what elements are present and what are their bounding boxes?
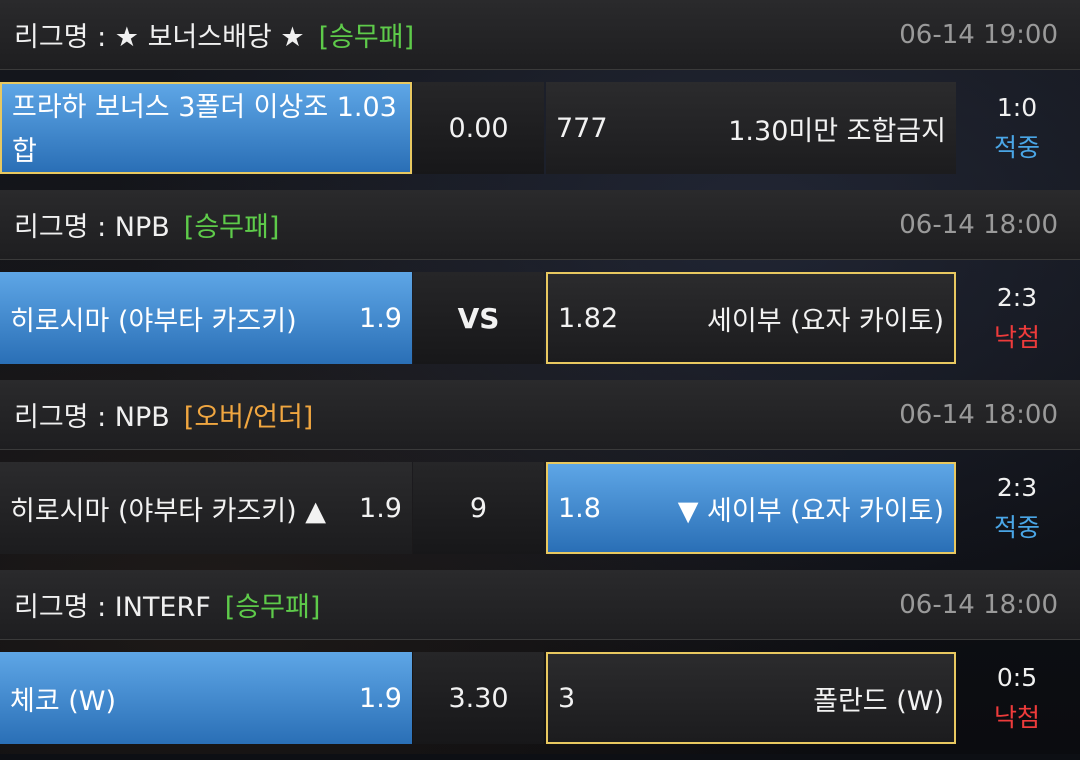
- league-name: 리그명 : INTERF: [14, 592, 211, 623]
- away-odds: 3: [558, 682, 576, 714]
- match-time: 06-14 18:00: [899, 589, 1058, 620]
- match-row: 체코 (W) 1.9 3.30 3 폴란드 (W) 0:5 낙첨: [0, 640, 1080, 760]
- league-name: 리그명 : NPB: [14, 212, 170, 243]
- versus-text: VS: [457, 301, 500, 335]
- away-pick-button[interactable]: 777 1.30미만 조합금지: [546, 82, 956, 174]
- bet-type-label: [승무패]: [183, 212, 280, 243]
- draw-odds: 3.30: [448, 682, 509, 714]
- result-cell: 1:0 적중: [962, 82, 1072, 174]
- home-pick-button[interactable]: 체코 (W) 1.9: [0, 652, 412, 744]
- result-cell: 2:3 적중: [962, 462, 1072, 554]
- match-time: 06-14 18:00: [899, 399, 1058, 430]
- final-score: 0:5: [996, 662, 1038, 692]
- match-row: 히로시마 (야부타 카즈키) ▲ 1.9 9 1.8 ▼ 세이부 (요자 카이토…: [0, 450, 1080, 570]
- league-name: 리그명 : NPB: [14, 402, 170, 433]
- home-name: 체코 (W): [10, 685, 117, 717]
- away-odds: 1.82: [558, 302, 619, 334]
- final-score: 1:0: [996, 92, 1038, 122]
- match-time: 06-14 18:00: [899, 209, 1058, 240]
- final-score: 2:3: [996, 472, 1038, 502]
- bet-type-label: [승무패]: [318, 22, 415, 53]
- home-name: 히로시마 (야부타 카즈키): [10, 305, 297, 337]
- match-row: 프라하 보너스 3폴더 이상조 1.03 합 0.00 777 1.30미만 조…: [0, 70, 1080, 190]
- bet-type-label: [승무패]: [224, 592, 321, 623]
- total-line: 9: [413, 462, 544, 554]
- away-name: 폴란드 (W): [813, 685, 944, 717]
- league-header: 리그명 : INTERF [승무패] 06-14 18:00: [0, 570, 1080, 640]
- home-name-line2: 합: [12, 136, 37, 167]
- total-line-value: 9: [469, 492, 488, 524]
- draw-odds-button[interactable]: 0.00: [413, 82, 544, 174]
- bet-type-label: [오버/언더]: [183, 402, 314, 433]
- away-odds: 1.8: [558, 492, 601, 524]
- away-name: 1.30미만 조합금지: [728, 115, 946, 147]
- under-pick-button[interactable]: 1.8 ▼ 세이부 (요자 카이토): [546, 462, 956, 554]
- result-status-miss: 낙첨: [993, 702, 1040, 732]
- away-odds: 777: [556, 112, 608, 144]
- draw-odds: 0.00: [448, 112, 509, 144]
- league-header: 리그명 : ★ 보너스배당 ★ [승무패] 06-14 19:00: [0, 0, 1080, 70]
- league-header: 리그명 : NPB [오버/언더] 06-14 18:00: [0, 380, 1080, 450]
- away-name: 세이부 (요자 카이토): [707, 305, 944, 337]
- home-odds: 1.9: [359, 682, 402, 714]
- draw-odds-button[interactable]: 3.30: [413, 652, 544, 744]
- home-odds: 1.9: [359, 492, 402, 524]
- result-status-hit: 적중: [993, 512, 1040, 542]
- league-header: 리그명 : NPB [승무패] 06-14 18:00: [0, 190, 1080, 260]
- league-name: 리그명 : ★ 보너스배당 ★: [14, 22, 305, 53]
- versus-label: VS: [413, 272, 544, 364]
- away-pick-button[interactable]: 3 폴란드 (W): [546, 652, 956, 744]
- result-cell: 2:3 낙첨: [962, 272, 1072, 364]
- home-odds: 1.9: [359, 302, 402, 334]
- home-pick-button[interactable]: 히로시마 (야부타 카즈키) 1.9: [0, 272, 412, 364]
- result-status-miss: 낙첨: [993, 322, 1040, 352]
- away-pick-button[interactable]: 1.82 세이부 (요자 카이토): [546, 272, 956, 364]
- result-cell: 0:5 낙첨: [962, 652, 1072, 744]
- match-time: 06-14 19:00: [899, 19, 1058, 50]
- home-name-line1: 프라하 보너스 3폴더 이상조 1.03: [12, 92, 397, 123]
- home-name: 히로시마 (야부타 카즈키) ▲: [10, 495, 326, 527]
- final-score: 2:3: [996, 282, 1038, 312]
- away-name: ▼ 세이부 (요자 카이토): [677, 495, 944, 527]
- bet-history-list: 리그명 : ★ 보너스배당 ★ [승무패] 06-14 19:00 프라하 보너…: [0, 0, 1080, 760]
- home-pick-button[interactable]: 프라하 보너스 3폴더 이상조 1.03 합: [0, 82, 412, 174]
- match-row: 히로시마 (야부타 카즈키) 1.9 VS 1.82 세이부 (요자 카이토) …: [0, 260, 1080, 380]
- result-status-hit: 적중: [993, 132, 1040, 162]
- over-pick-button[interactable]: 히로시마 (야부타 카즈키) ▲ 1.9: [0, 462, 412, 554]
